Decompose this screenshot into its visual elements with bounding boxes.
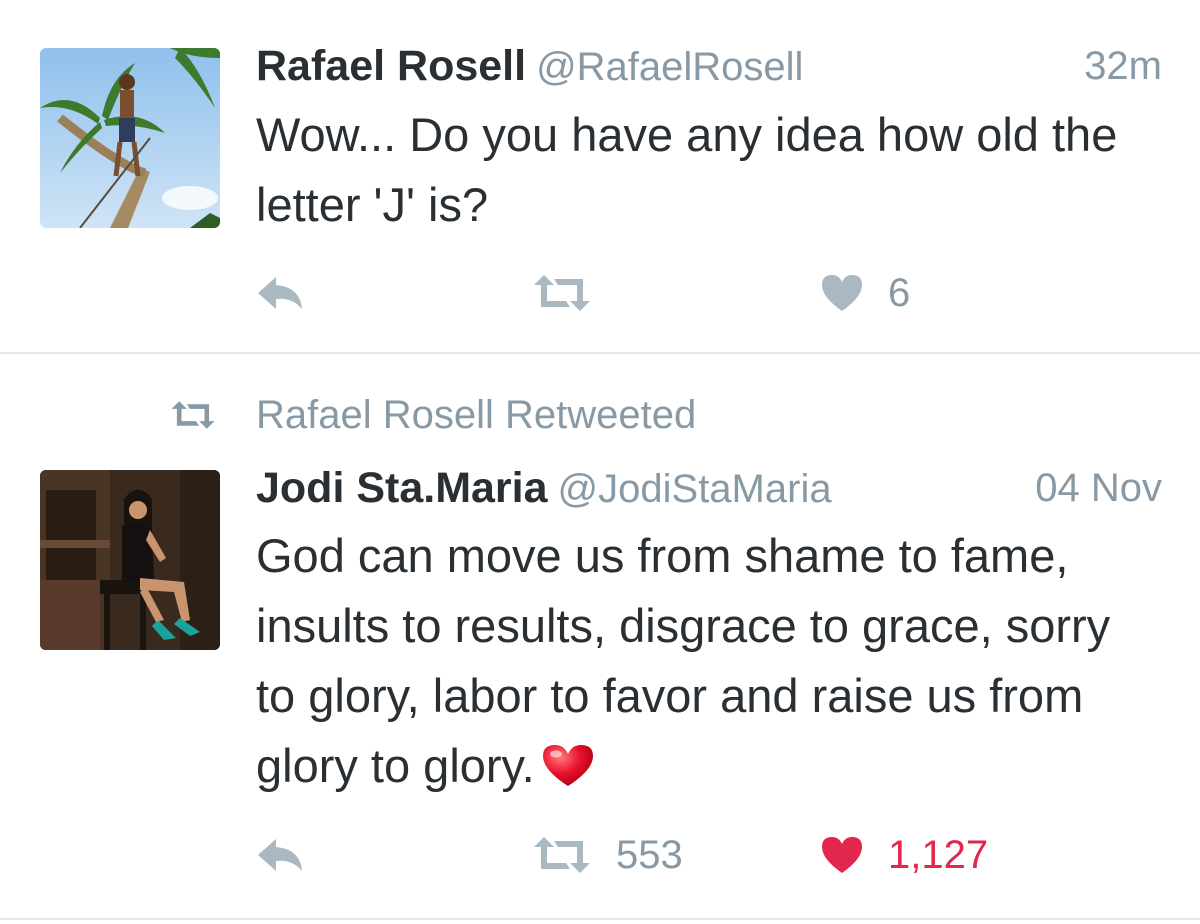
user-handle[interactable]: @RafaelRosell <box>536 45 803 89</box>
heart-icon <box>822 275 862 311</box>
retweet-icon <box>534 837 590 873</box>
tweet-text: Wow... Do you have any idea how old the … <box>256 108 1118 231</box>
retweet-icon <box>171 401 215 429</box>
tweet-text: God can move us from shame to fame, insu… <box>256 521 1160 801</box>
like-button[interactable]: 1,127 <box>820 830 988 880</box>
reply-icon <box>258 839 302 871</box>
tweet-actions: 6 <box>256 268 1160 318</box>
reply-button[interactable] <box>256 830 304 880</box>
retweet-count: 553 <box>616 832 683 877</box>
like-count: 1,127 <box>888 832 989 877</box>
heart-icon <box>822 837 862 873</box>
reply-icon <box>258 277 302 309</box>
tweet-card[interactable]: Rafael Rosell Retweeted Jodi Sta.Maria @J… <box>0 356 1200 920</box>
retweet-context-label: Rafael Rosell Retweeted <box>256 392 697 437</box>
tweet-actions: 553 1,127 <box>256 830 1160 880</box>
tweet-text-body: God can move us from shame to fame, insu… <box>256 529 1111 792</box>
retweet-button[interactable] <box>532 268 592 318</box>
retweet-context[interactable]: Rafael Rosell Retweeted <box>170 390 696 440</box>
like-button[interactable]: 6 <box>820 268 910 318</box>
tweet-card[interactable]: Rafael Rosell @RafaelRosell 32m Wow... Do… <box>0 0 1200 354</box>
tweet-header: Jodi Sta.Maria @JodiStaMaria 04 Nov <box>256 464 1162 524</box>
user-handle[interactable]: @JodiStaMaria <box>558 467 832 511</box>
reply-button[interactable] <box>256 268 304 318</box>
tweet-timestamp[interactable]: 32m <box>1084 44 1162 89</box>
tweet-header: Rafael Rosell @RafaelRosell 32m <box>256 42 1162 102</box>
avatar-image <box>40 48 220 228</box>
like-count: 6 <box>888 270 911 315</box>
red-heart-emoji-icon <box>542 745 593 786</box>
display-name[interactable]: Jodi Sta.Maria <box>256 464 548 512</box>
avatar[interactable] <box>40 48 220 228</box>
avatar[interactable] <box>40 470 220 650</box>
retweet-icon <box>534 275 590 311</box>
retweet-button[interactable]: 553 <box>532 830 683 880</box>
avatar-image <box>40 470 220 650</box>
display-name[interactable]: Rafael Rosell <box>256 42 526 90</box>
tweet-timestamp[interactable]: 04 Nov <box>1035 466 1162 511</box>
